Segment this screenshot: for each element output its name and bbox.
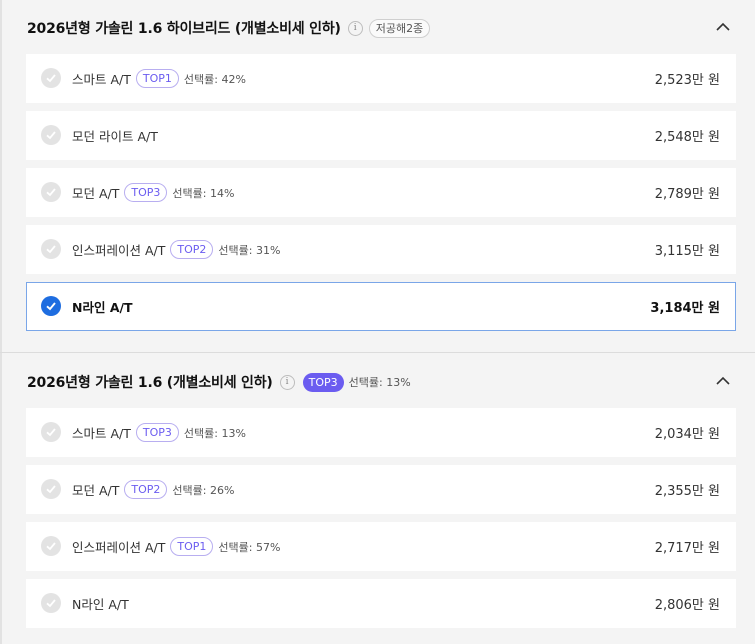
check-icon xyxy=(41,422,61,442)
trim-row-smart[interactable]: 스마트 A/T TOP1 선택률: 42% 2,523만 원 xyxy=(26,54,736,103)
trim-label: 모던 A/T TOP3 선택률: 14% xyxy=(72,168,234,217)
trim-label: N라인 A/T xyxy=(72,579,129,628)
selection-rate: 선택률: 13% xyxy=(348,376,411,389)
trim-row-modern[interactable]: 모던 A/T TOP2 선택률: 26% 2,355만 원 xyxy=(26,465,736,514)
section-gasoline: 2026년형 가솔린 1.6 (개별소비세 인하) i TOP3 선택률: 13… xyxy=(0,353,755,644)
selection-rate: 선택률: 57% xyxy=(218,540,281,554)
check-icon xyxy=(41,182,61,202)
trim-name: 인스퍼레이션 A/T xyxy=(72,243,166,258)
trim-name: 스마트 A/T xyxy=(72,72,131,87)
trim-row-nline-selected[interactable]: N라인 A/T 3,184만 원 xyxy=(26,282,736,331)
trim-name: 모던 A/T xyxy=(72,186,120,201)
trim-row-nline[interactable]: N라인 A/T 2,806만 원 xyxy=(26,579,736,628)
rank-badge: TOP3 xyxy=(302,372,344,392)
trim-label: N라인 A/T xyxy=(72,283,133,330)
info-icon[interactable]: i xyxy=(347,20,363,36)
section-title: 2026년형 가솔린 1.6 하이브리드 (개별소비세 인하) xyxy=(27,21,341,37)
emission-badge: 저공해2종 xyxy=(368,18,431,38)
trim-name: 모던 A/T xyxy=(72,483,120,498)
check-icon xyxy=(41,125,61,145)
check-icon xyxy=(41,479,61,499)
trim-label: 모던 라이트 A/T xyxy=(72,111,158,160)
rank-badge: TOP2 xyxy=(170,240,214,259)
rank-badge: TOP2 xyxy=(124,480,168,499)
section-header[interactable]: 2026년형 가솔린 1.6 하이브리드 (개별소비세 인하) i 저공해2종 xyxy=(27,13,735,43)
trim-price: 2,806만 원 xyxy=(654,598,720,613)
trim-row-inspiration[interactable]: 인스퍼레이션 A/T TOP1 선택률: 57% 2,717만 원 xyxy=(26,522,736,571)
trim-label: 인스퍼레이션 A/T TOP2 선택률: 31% xyxy=(72,225,280,274)
check-icon xyxy=(41,296,61,316)
section-hybrid: 2026년형 가솔린 1.6 하이브리드 (개별소비세 인하) i 저공해2종 … xyxy=(0,0,755,352)
selection-rate: 선택률: 26% xyxy=(172,483,235,497)
chevron-up-icon[interactable] xyxy=(715,374,731,388)
selection-rate: 선택률: 42% xyxy=(183,72,246,86)
trim-price: 2,717만 원 xyxy=(654,541,720,556)
section-header[interactable]: 2026년형 가솔린 1.6 (개별소비세 인하) i TOP3 선택률: 13… xyxy=(27,367,735,397)
trim-name: 모던 라이트 A/T xyxy=(72,129,158,144)
trim-price: 2,548만 원 xyxy=(654,130,720,145)
trim-label: 스마트 A/T TOP1 선택률: 42% xyxy=(72,54,246,103)
trim-selection-panel: 2026년형 가솔린 1.6 하이브리드 (개별소비세 인하) i 저공해2종 … xyxy=(0,0,755,644)
trim-price: 2,523만 원 xyxy=(654,73,720,88)
selection-rate: 선택률: 31% xyxy=(218,243,281,257)
check-icon xyxy=(41,593,61,613)
trim-row-modern-lite[interactable]: 모던 라이트 A/T 2,548만 원 xyxy=(26,111,736,160)
rank-badge: TOP1 xyxy=(170,537,214,556)
check-icon xyxy=(41,239,61,259)
chevron-up-icon[interactable] xyxy=(715,20,731,34)
trim-name: 스마트 A/T xyxy=(72,426,131,441)
trim-name: N라인 A/T xyxy=(72,597,129,612)
section-title: 2026년형 가솔린 1.6 (개별소비세 인하) xyxy=(27,375,273,391)
rank-badge: TOP3 xyxy=(124,183,168,202)
check-icon xyxy=(41,68,61,88)
trim-name: N라인 A/T xyxy=(72,300,133,315)
trim-price: 2,789만 원 xyxy=(654,187,720,202)
rank-badge: TOP3 xyxy=(135,423,179,442)
trim-row-modern[interactable]: 모던 A/T TOP3 선택률: 14% 2,789만 원 xyxy=(26,168,736,217)
rank-badge: TOP1 xyxy=(135,69,179,88)
trim-label: 스마트 A/T TOP3 선택률: 13% xyxy=(72,408,246,457)
trim-price: 3,184만 원 xyxy=(650,301,720,316)
selection-rate: 선택률: 14% xyxy=(172,186,235,200)
trim-price: 3,115만 원 xyxy=(654,244,720,259)
trim-price: 2,034만 원 xyxy=(654,427,720,442)
trim-label: 모던 A/T TOP2 선택률: 26% xyxy=(72,465,234,514)
trim-name: 인스퍼레이션 A/T xyxy=(72,540,166,555)
trim-label: 인스퍼레이션 A/T TOP1 선택률: 57% xyxy=(72,522,280,571)
trim-row-inspiration[interactable]: 인스퍼레이션 A/T TOP2 선택률: 31% 3,115만 원 xyxy=(26,225,736,274)
trim-price: 2,355만 원 xyxy=(654,484,720,499)
trim-row-smart[interactable]: 스마트 A/T TOP3 선택률: 13% 2,034만 원 xyxy=(26,408,736,457)
info-icon[interactable]: i xyxy=(279,374,295,390)
selection-rate: 선택률: 13% xyxy=(183,426,246,440)
check-icon xyxy=(41,536,61,556)
